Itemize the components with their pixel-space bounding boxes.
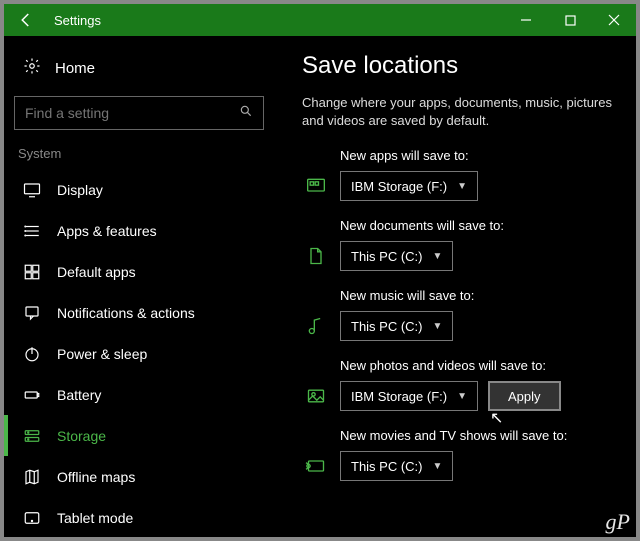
location-dropdown[interactable]: IBM Storage (F:) ▼ [340, 381, 478, 411]
minimize-button[interactable] [504, 4, 548, 36]
dropdown-value: IBM Storage (F:) [351, 389, 447, 404]
save-location-setting: New music will save to: This PC (C:) ▼ [302, 288, 624, 341]
sidebar-item-label: Storage [57, 428, 106, 444]
chevron-down-icon: ▼ [433, 461, 443, 472]
notifications-icon [23, 304, 41, 322]
titlebar: Settings [4, 4, 636, 36]
sidebar-item-label: Display [57, 182, 103, 198]
home-link[interactable]: Home [14, 50, 264, 86]
chevron-down-icon: ▼ [457, 181, 467, 192]
window-title: Settings [54, 13, 504, 28]
apps-icon [23, 222, 41, 240]
dropdown-value: This PC (C:) [351, 459, 423, 474]
dropdown-value: IBM Storage (F:) [351, 179, 447, 194]
gear-icon [23, 57, 41, 80]
sidebar-item-apps[interactable]: Apps & features [14, 210, 264, 251]
movies-icon [302, 455, 330, 477]
location-dropdown[interactable]: IBM Storage (F:) ▼ [340, 171, 478, 201]
sidebar-item-power[interactable]: Power & sleep [14, 333, 264, 374]
documents-icon [302, 245, 330, 267]
apps-icon [302, 175, 330, 197]
search-input[interactable] [14, 96, 264, 130]
save-location-setting: New photos and videos will save to: IBM S… [302, 358, 624, 411]
sidebar-item-label: Offline maps [57, 469, 135, 485]
sidebar-item-label: Battery [57, 387, 101, 403]
chevron-down-icon: ▼ [457, 391, 467, 402]
save-location-setting: New apps will save to: IBM Storage (F:) ▼ [302, 148, 624, 201]
setting-label: New apps will save to: [302, 148, 624, 163]
sidebar-item-defaultapps[interactable]: Default apps [14, 251, 264, 292]
photos-icon [302, 385, 330, 407]
section-label: System [14, 146, 264, 161]
setting-label: New documents will save to: [302, 218, 624, 233]
dropdown-value: This PC (C:) [351, 319, 423, 334]
storage-icon [23, 427, 41, 445]
sidebar-item-label: Default apps [57, 264, 136, 280]
battery-icon [23, 386, 41, 404]
main-content: Save locations Change where your apps, d… [274, 36, 636, 537]
sidebar-item-battery[interactable]: Battery [14, 374, 264, 415]
close-button[interactable] [592, 4, 636, 36]
sidebar-item-storage[interactable]: Storage [14, 415, 264, 456]
power-icon [23, 345, 41, 363]
sidebar-item-notifications[interactable]: Notifications & actions [14, 292, 264, 333]
sidebar-item-maps[interactable]: Offline maps [14, 456, 264, 497]
sidebar: Home System Display Apps & features Defaul… [4, 36, 274, 537]
page-description: Change where your apps, documents, music… [302, 94, 624, 130]
sidebar-item-label: Power & sleep [57, 346, 147, 362]
save-location-setting: New documents will save to: This PC (C:) ▼ [302, 218, 624, 271]
setting-label: New movies and TV shows will save to: [302, 428, 624, 443]
maximize-button[interactable] [548, 4, 592, 36]
setting-label: New music will save to: [302, 288, 624, 303]
watermark: gP [606, 509, 630, 535]
dropdown-value: This PC (C:) [351, 249, 423, 264]
sidebar-item-display[interactable]: Display [14, 169, 264, 210]
tablet-icon [23, 509, 41, 527]
chevron-down-icon: ▼ [433, 321, 443, 332]
back-button[interactable] [4, 4, 48, 36]
maps-icon [23, 468, 41, 486]
home-label: Home [55, 60, 95, 77]
chevron-down-icon: ▼ [433, 251, 443, 262]
sidebar-item-tablet[interactable]: Tablet mode [14, 497, 264, 537]
search-field[interactable] [25, 105, 239, 121]
location-dropdown[interactable]: This PC (C:) ▼ [340, 241, 453, 271]
save-location-setting: New movies and TV shows will save to: Thi… [302, 428, 624, 481]
defaultapps-icon [23, 263, 41, 281]
location-dropdown[interactable]: This PC (C:) ▼ [340, 311, 453, 341]
music-icon [302, 315, 330, 337]
search-icon [239, 104, 253, 123]
sidebar-item-label: Notifications & actions [57, 305, 195, 321]
page-title: Save locations [302, 52, 624, 80]
location-dropdown[interactable]: This PC (C:) ▼ [340, 451, 453, 481]
apply-button[interactable]: Apply [488, 381, 561, 411]
setting-label: New photos and videos will save to: [302, 358, 624, 373]
display-icon [23, 181, 41, 199]
sidebar-item-label: Tablet mode [57, 510, 133, 526]
sidebar-item-label: Apps & features [57, 223, 157, 239]
